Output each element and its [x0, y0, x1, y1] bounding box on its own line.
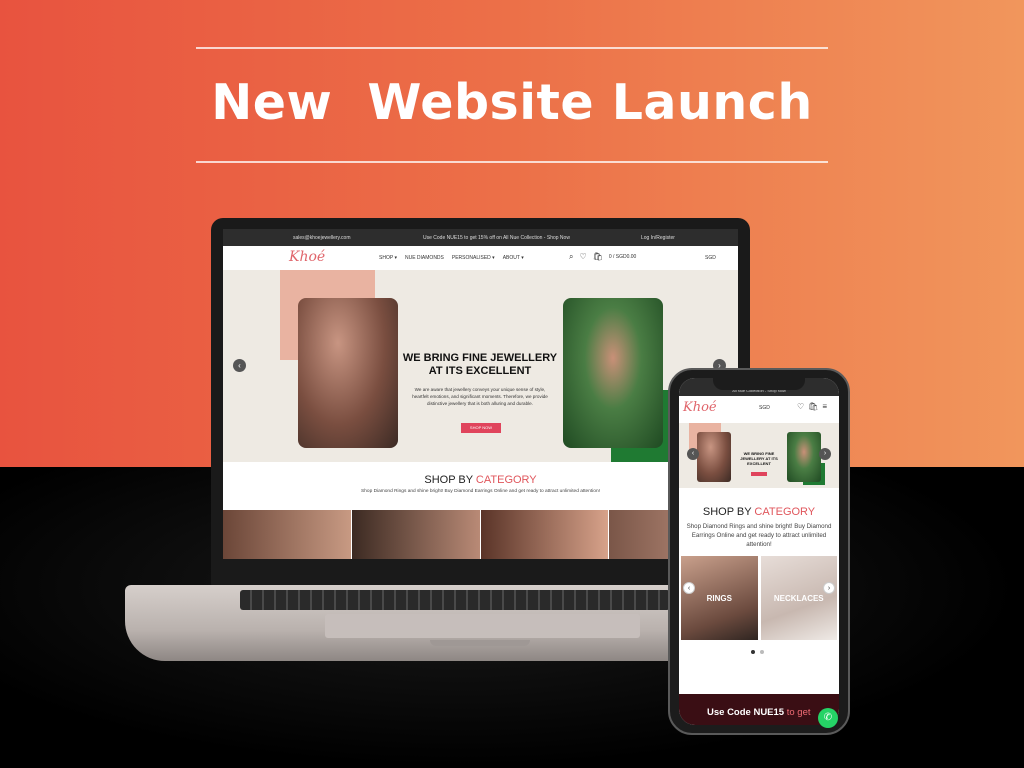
cart-icon[interactable]: 🛍	[593, 252, 603, 262]
mobile-currency-selector[interactable]: SGD	[759, 405, 770, 411]
carousel-prev-arrow[interactable]: ‹	[683, 582, 695, 594]
mobile-shop-now-button[interactable]	[751, 472, 767, 476]
currency-selector[interactable]: SGD	[705, 255, 716, 261]
mobile-shop-by-category: SHOP BY CATEGORY Shop Diamond Rings and …	[679, 506, 839, 549]
mobile-shop-by-subtitle: Shop Diamond Rings and shine bright! Buy…	[686, 523, 832, 548]
carousel-pagination	[751, 650, 764, 654]
shop-by-title-accent: CATEGORY	[475, 474, 537, 486]
mobile-category-carousel: RINGS NECKLACES ‹ ›	[681, 556, 837, 640]
menu-icon[interactable]: ≡	[822, 402, 827, 411]
wishlist-icon[interactable]: ♡	[797, 402, 804, 411]
shop-by-title-prefix: SHOP BY	[424, 474, 476, 486]
menu-item-personalised[interactable]: PERSONALISED ▾	[452, 255, 495, 261]
mobile-shop-by-title: SHOP BY CATEGORY	[679, 506, 839, 518]
mobile-shop-by-title-accent: CATEGORY	[754, 506, 816, 518]
phone-notch	[713, 376, 805, 390]
hero-model-image-left	[298, 298, 398, 448]
mobile-shop-by-title-prefix: SHOP BY	[702, 506, 755, 518]
login-register-link[interactable]: Log In/Register	[641, 235, 675, 241]
logo[interactable]: Khoé	[289, 249, 325, 265]
desktop-nav: Khoé SHOP ▾ NUE DIAMONDS PERSONALISED ▾ …	[223, 246, 738, 270]
headline: New Website Launch	[211, 74, 813, 131]
category-label-necklaces: NECKLACES	[773, 594, 824, 603]
shop-by-subtitle: Shop Diamond Rings and shine bright! Buy…	[361, 489, 600, 494]
category-tile[interactable]	[351, 510, 481, 559]
nav-icons: ⌕ ♡ 🛍 0 / SGD0.00	[569, 252, 636, 262]
laptop-base-notch	[430, 640, 530, 646]
hero-title: WE BRING FINE JEWELLERY AT ITS EXCELLENT	[402, 352, 558, 377]
mobile-nav-icons: ♡ 🛍 ≡	[797, 402, 827, 411]
laptop-screen: sales@khoejewellery.com Use Code NUE15 t…	[223, 229, 738, 559]
mobile-slider-next-arrow[interactable]: ›	[819, 448, 831, 460]
laptop-keyboard	[240, 590, 670, 610]
hero-section: WE BRING FINE JEWELLERY AT ITS EXCELLENT…	[223, 270, 738, 462]
bottom-rule	[196, 161, 828, 163]
main-menu: SHOP ▾ NUE DIAMONDS PERSONALISED ▾ ABOUT…	[379, 255, 524, 261]
mobile-promo-accent: to get	[786, 707, 811, 718]
category-label-rings: RINGS	[706, 594, 732, 603]
desktop-topbar: sales@khoejewellery.com Use Code NUE15 t…	[223, 229, 738, 246]
mobile-nav: Khoé SGD ♡ 🛍 ≡	[679, 396, 839, 420]
mobile-slider-prev-arrow[interactable]: ‹	[687, 448, 699, 460]
mobile-hero-title: WE BRING FINE JEWELLERY AT ITS EXCELLENT	[740, 451, 778, 466]
pagination-dot-active[interactable]	[751, 650, 755, 654]
mobile-promo-prefix: Use Code NUE15	[707, 707, 787, 718]
menu-item-about[interactable]: ABOUT ▾	[503, 255, 524, 261]
mobile-hero: WE BRING FINE JEWELLERY AT ITS EXCELLENT…	[679, 423, 839, 488]
mobile-logo[interactable]: Khoé	[683, 400, 717, 415]
menu-item-nue-diamonds[interactable]: NUE DIAMONDS	[405, 255, 444, 261]
cart-total[interactable]: 0 / SGD0.00	[609, 254, 637, 262]
wishlist-icon[interactable]: ♡	[579, 252, 586, 262]
search-icon[interactable]: ⌕	[569, 252, 573, 262]
category-tile[interactable]	[223, 510, 352, 559]
top-rule	[196, 47, 828, 49]
hero-text: We are aware that jewellery conveys your…	[412, 387, 548, 406]
slider-prev-arrow[interactable]: ‹	[233, 359, 246, 372]
topbar-promo[interactable]: Use Code NUE15 to get 15% off on All Nue…	[423, 235, 570, 241]
whatsapp-icon[interactable]: ✆	[818, 708, 838, 728]
shop-by-title: SHOP BY CATEGORY	[223, 474, 738, 486]
cart-icon[interactable]: 🛍	[808, 402, 818, 411]
category-tile[interactable]	[480, 510, 610, 559]
carousel-next-arrow[interactable]: ›	[823, 582, 835, 594]
mobile-hero-image-right	[787, 432, 821, 482]
laptop-trackpad	[325, 614, 640, 638]
shop-now-button[interactable]: SHOP NOW	[461, 423, 501, 433]
category-card-necklaces[interactable]: NECKLACES	[760, 556, 837, 640]
menu-item-shop[interactable]: SHOP ▾	[379, 255, 397, 261]
category-card-rings[interactable]: RINGS	[681, 556, 758, 640]
hero-model-image-right	[563, 298, 663, 448]
category-strip	[223, 510, 738, 559]
topbar-email[interactable]: sales@khoejewellery.com	[293, 235, 351, 241]
mobile-promo-bar[interactable]: Use Code NUE15 to get	[679, 694, 839, 725]
mobile-hero-image-left	[697, 432, 731, 482]
pagination-dot[interactable]	[760, 650, 764, 654]
shop-by-category: SHOP BY CATEGORY Shop Diamond Rings and …	[223, 462, 738, 510]
phone-screen: All Nue Collection - Shop Now Khoé SGD ♡…	[679, 378, 839, 725]
